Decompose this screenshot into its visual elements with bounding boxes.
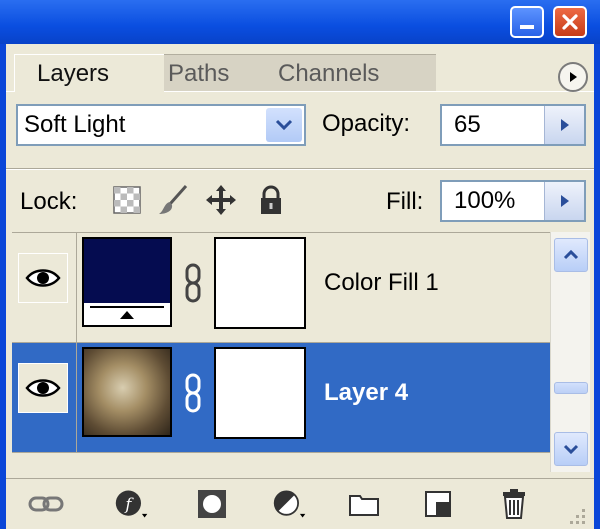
layer-row[interactable]: Color Fill 1 [12,233,550,343]
arrow-right-icon [560,195,569,207]
minimize-icon [520,25,534,29]
minimize-button[interactable] [510,6,544,38]
chevron-down-icon [563,444,579,454]
add-mask-icon [198,490,226,518]
empty-row [12,453,550,473]
scrollbar[interactable] [550,232,590,472]
arrow-right-icon [560,119,569,131]
fill-label: Fill: [386,188,424,215]
link-layers-button[interactable] [28,487,64,521]
chevron-up-icon [563,250,579,260]
eye-icon [25,269,61,287]
panel-menu-icon [570,72,577,82]
scroll-thumb[interactable] [554,382,588,394]
lock-transparency-icon[interactable] [110,183,144,217]
new-group-icon [349,495,379,516]
layer-style-button[interactable]: f [114,487,150,521]
tab-strip: Channels Paths Layers [6,44,594,92]
layers-panel-window: Channels Paths Layers Soft Light Opacity… [0,0,600,529]
lock-position-icon[interactable] [204,183,238,217]
layer-mask-thumbnail[interactable] [214,237,306,329]
strip-line [90,306,164,308]
layer-mask-thumbnail[interactable] [214,347,306,439]
blend-row: Soft Light Opacity: 65 [6,92,594,162]
layer-thumbnail[interactable] [82,237,172,327]
opacity-slider-button[interactable] [544,106,584,144]
chain-link-icon[interactable] [182,263,204,303]
panel-menu-button[interactable] [558,62,588,92]
fill-value: 100% [454,187,516,214]
layer-name[interactable]: Color Fill 1 [324,269,439,297]
layer-name[interactable]: Layer 4 [324,379,408,407]
triangle-icon [120,311,134,319]
trash-icon [503,489,525,519]
panel-body: Channels Paths Layers Soft Light Opacity… [6,44,594,529]
close-button[interactable] [553,6,587,38]
add-mask-button[interactable] [194,487,230,521]
lock-row: Lock: Fill: 100% [6,170,594,232]
chain-link-icon[interactable] [182,373,204,413]
scroll-down-button[interactable] [554,432,588,466]
eye-icon [25,379,61,397]
layer-thumbnail[interactable] [82,347,172,437]
new-layer-button[interactable] [420,487,456,521]
layer-row-selected[interactable]: Layer 4 [12,343,550,453]
tab-paths[interactable]: Paths [146,54,271,92]
bottom-toolbar: f [6,478,594,529]
fill-slider-button[interactable] [544,182,584,220]
visibility-toggle[interactable] [18,363,68,413]
visibility-toggle[interactable] [18,253,68,303]
blend-mode-select[interactable]: Soft Light [16,104,306,146]
close-icon [562,14,578,30]
title-bar[interactable] [0,0,600,44]
blend-mode-value: Soft Light [24,111,126,138]
resize-grip-icon[interactable] [566,505,588,527]
link-layers-icon [28,496,64,512]
new-group-button[interactable] [346,487,382,521]
chevron-down-icon[interactable] [266,108,302,142]
lock-image-pixels-icon[interactable] [156,183,190,217]
layer-style-icon: f [115,490,148,518]
delete-layer-button[interactable] [496,487,532,521]
layers-list: Color Fill 1 Layer 4 [12,232,550,472]
tab-channels[interactable]: Channels [256,54,436,92]
new-layer-icon [425,491,451,517]
lock-all-icon[interactable] [254,183,288,217]
scroll-up-button[interactable] [554,238,588,272]
opacity-field[interactable]: 65 [440,104,586,146]
opacity-value: 65 [454,111,481,138]
lock-label: Lock: [20,188,78,215]
adjustment-layer-icon [273,490,306,518]
tab-layers[interactable]: Layers [14,54,164,92]
opacity-label: Opacity: [322,110,411,137]
column-divider [76,233,77,343]
fill-field[interactable]: 100% [440,180,586,222]
column-divider [76,343,77,453]
adjustment-layer-button[interactable] [272,487,308,521]
fill-thumbnail-strip [84,303,170,325]
